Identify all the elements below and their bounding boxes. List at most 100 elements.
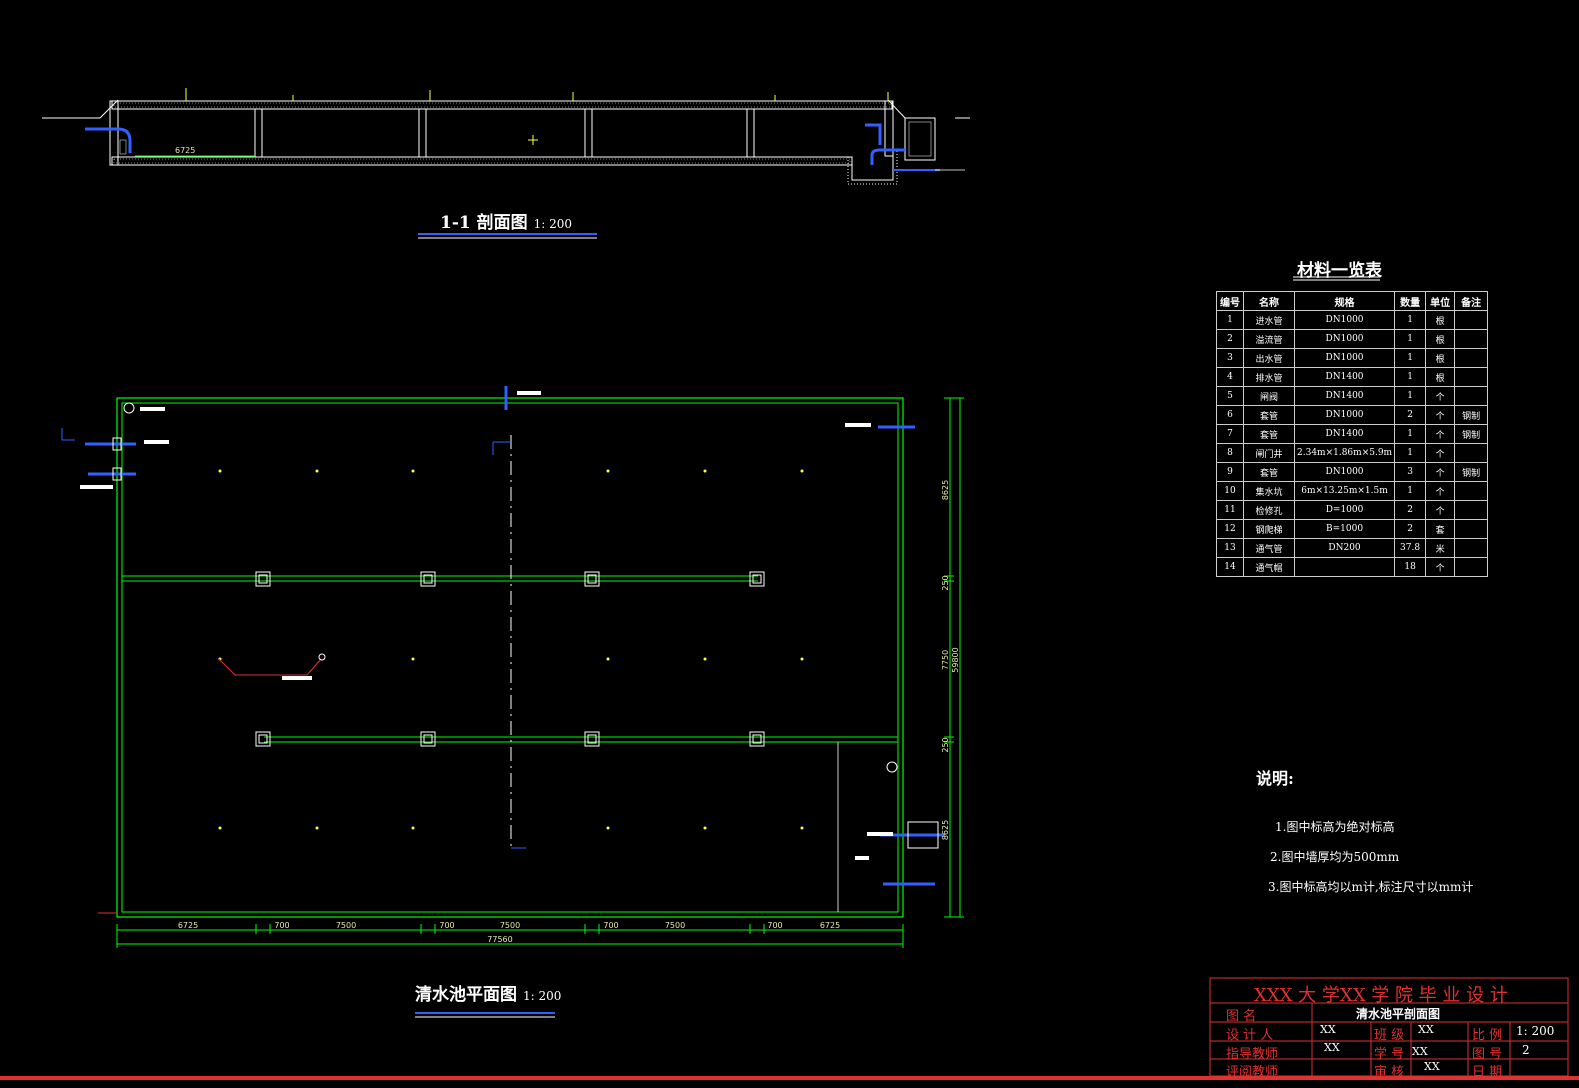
table-row: 6 套管 DN1000 2 个钢制: [1216, 405, 1489, 425]
title-block-designer: XX: [1320, 1023, 1336, 1036]
title-block-drawing-no-label: 图 号: [1472, 1047, 1503, 1062]
title-block-advisor: XX: [1324, 1041, 1340, 1054]
table-cell: DN1400: [1293, 386, 1396, 406]
title-block-school: XXX 大 学XX 学 院 毕 业 设 计: [1254, 985, 1508, 1006]
title-block-name: 清水池平剖面图: [1356, 1007, 1441, 1021]
table-row: 2 溢流管 DN1000 1 根: [1216, 329, 1489, 349]
table-cell: DN1000: [1293, 329, 1396, 349]
dimension-label: 7500: [665, 921, 685, 930]
table-cell: 2.34m×1.86m×5.9m: [1293, 443, 1396, 463]
title-block-checker: XX: [1424, 1060, 1440, 1073]
table-cell: B=1000: [1293, 519, 1396, 539]
title-block-reviewer-label: 评阅教师: [1226, 1065, 1279, 1080]
table-cell: [1293, 557, 1396, 577]
table-cell: [1454, 557, 1489, 577]
plan-dims-right: 8625 250 7750 250 8625: [941, 480, 950, 840]
table-cell: 个: [1425, 557, 1456, 577]
plan-view: 6725 700 7500 700 7500 700 7500 700 6725 77560 8…: [61, 386, 964, 948]
table-cell: [1454, 367, 1489, 387]
table-cell: DN1400: [1293, 367, 1396, 387]
notes-heading: 说明:: [1256, 769, 1294, 788]
dimension-label: 700: [767, 921, 782, 930]
dimension-label: 7500: [500, 921, 520, 930]
title-block-student-no: XX: [1412, 1045, 1428, 1058]
table-cell: DN1000: [1293, 462, 1396, 482]
table-cell: 套管: [1243, 405, 1295, 425]
table-cell: 14: [1216, 557, 1244, 577]
plan-dim-total-bottom: 77560: [487, 935, 512, 944]
table-cell: 2: [1216, 329, 1244, 349]
note-item-1: 1.图中标高为绝对标高: [1275, 820, 1395, 834]
table-cell: 出水管: [1243, 348, 1295, 368]
table-row: 3 出水管 DN1000 1 根: [1216, 348, 1489, 368]
table-cell: 3: [1394, 462, 1427, 482]
plan-dims-bottom: 6725 700 7500 700 7500 700 7500 700 6725: [178, 921, 840, 930]
title-block-designer-label: 设 计 人: [1226, 1028, 1274, 1043]
table-cell: 1: [1394, 481, 1427, 501]
materials-header-row: 编号 名称 规格 数量 单位 备注: [1216, 291, 1489, 311]
title-block-student-no-label: 学 号: [1374, 1047, 1405, 1062]
table-cell: 根: [1425, 310, 1456, 330]
table-cell: 13: [1216, 538, 1244, 558]
materials-header-cell: 规格: [1293, 291, 1396, 311]
table-cell: 集水坑: [1243, 481, 1295, 501]
materials-title: 材料一览表: [1297, 261, 1382, 281]
dimension-label: 700: [439, 921, 454, 930]
table-cell: 通气帽: [1243, 557, 1295, 577]
materials-table: 编号 名称 规格 数量 单位 备注 1 进水管 DN1000 1 根 2 溢流管 DN1000 1 根 3 出水…: [1216, 291, 1489, 577]
table-cell: 1: [1394, 329, 1427, 349]
table-cell: 根: [1425, 367, 1456, 387]
plan-title-scale: 1: 200: [523, 989, 562, 1003]
table-row: 8 闸门井 2.34m×1.86m×5.9m 1 个: [1216, 443, 1489, 463]
table-cell: 5: [1216, 386, 1244, 406]
table-row: 10 集水坑 6m×13.25m×1.5m 1 个: [1216, 481, 1489, 501]
table-cell: 个: [1425, 462, 1456, 482]
table-cell: DN1000: [1293, 405, 1396, 425]
table-cell: 1: [1394, 367, 1427, 387]
table-cell: DN1000: [1293, 310, 1396, 330]
table-cell: DN1400: [1293, 424, 1396, 444]
table-cell: 闸阀: [1243, 386, 1295, 406]
dimension-label: 8625: [941, 820, 950, 840]
table-cell: 1: [1394, 424, 1427, 444]
section-title-text: 1-1 剖面图: [440, 213, 528, 233]
table-cell: [1454, 348, 1489, 368]
table-row: 1 进水管 DN1000 1 根: [1216, 310, 1489, 330]
table-cell: 6: [1216, 405, 1244, 425]
materials-header-cell: 编号: [1216, 291, 1244, 311]
title-block-date-label: 日 期: [1472, 1065, 1503, 1080]
materials-header-cell: 备注: [1454, 291, 1489, 311]
table-cell: 根: [1425, 348, 1456, 368]
table-cell: 3: [1216, 348, 1244, 368]
table-cell: 钢爬梯: [1243, 519, 1295, 539]
table-cell: 进水管: [1243, 310, 1295, 330]
table-cell: 1: [1394, 443, 1427, 463]
table-cell: 个: [1425, 424, 1456, 444]
dimension-label: 7500: [336, 921, 356, 930]
section-title: 1-1 剖面图 1: 200: [440, 208, 572, 233]
table-cell: 个: [1425, 500, 1456, 520]
table-cell: DN200: [1293, 538, 1396, 558]
table-cell: 37.8: [1394, 538, 1427, 558]
table-cell: 溢流管: [1243, 329, 1295, 349]
table-cell: 2: [1394, 405, 1427, 425]
table-cell: D=1000: [1293, 500, 1396, 520]
table-cell: 个: [1425, 443, 1456, 463]
table-cell: 个: [1425, 481, 1456, 501]
table-cell: 套: [1425, 519, 1456, 539]
table-row: 13 通气管 DN200 37.8 米: [1216, 538, 1489, 558]
table-cell: 米: [1425, 538, 1456, 558]
table-row: 11 检修孔 D=1000 2 个: [1216, 500, 1489, 520]
table-cell: 1: [1394, 310, 1427, 330]
section-title-scale: 1: 200: [533, 217, 573, 231]
dimension-label: 6725: [178, 921, 198, 930]
table-row: 4 排水管 DN1400 1 根: [1216, 367, 1489, 387]
table-cell: 钢制: [1454, 462, 1489, 482]
table-cell: 排水管: [1243, 367, 1295, 387]
plan-title: 清水池平面图 1: 200: [415, 980, 561, 1005]
table-cell: 钢制: [1454, 424, 1489, 444]
section-view: 6725: [42, 88, 970, 185]
dimension-label: 250: [941, 575, 950, 590]
title-block-checker-label: 审 核: [1374, 1065, 1405, 1080]
materials-header-cell: 数量: [1394, 291, 1427, 311]
